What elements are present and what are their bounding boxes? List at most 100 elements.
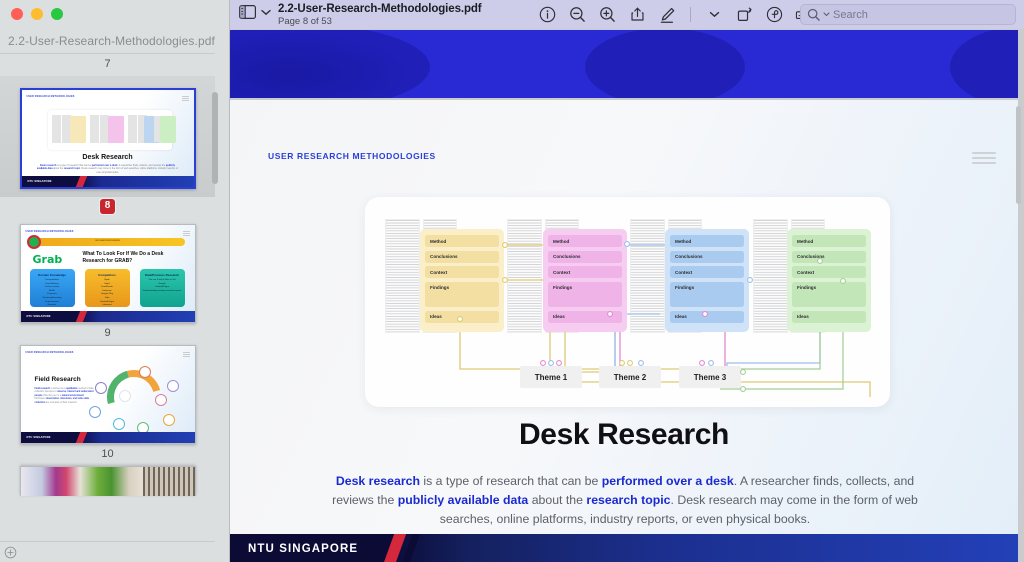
mini-diagram (47, 110, 176, 150)
sidebar-bottom-bar (0, 541, 215, 562)
sticky-row: Findings (425, 281, 499, 307)
page-title: Desk Research (519, 418, 729, 451)
slide-kicker: USER RESEARCH METHODOLOGIES (25, 351, 74, 354)
previous-page-strip (230, 30, 1018, 98)
sticky-card-pink: Method Conclusions Context Findings Idea… (543, 229, 627, 332)
mini-brand-label: Grab (32, 253, 63, 266)
mini-column-1: Domain Knowledge Transportation Food del… (29, 269, 75, 307)
mini-column-items: Ryde Gojek FoodPanda Deliveroo Google Pl… (99, 279, 115, 307)
close-window-button[interactable] (11, 8, 23, 20)
search-icon[interactable] (807, 8, 820, 21)
markup-pen-icon[interactable] (658, 6, 676, 24)
thumbnail-image-9[interactable]: USER RESEARCH METHODOLOGIES IN-CLASS DIS… (19, 224, 196, 323)
sidebar-scrollbar[interactable] (212, 92, 218, 184)
current-page-badge: 8 (100, 199, 115, 214)
hamburger-icon (181, 96, 189, 97)
page-footer-bar: NTU SINGAPORE (230, 534, 1018, 562)
mini-column-heading: Competitors (98, 273, 116, 277)
preview-app-window: 2.2-User-Research-Methodologies.pdf 7 US… (0, 0, 1024, 562)
mini-footer-label: NTU SINGAPORE (26, 435, 51, 439)
thumbnail-page-label-9: 9 (104, 327, 111, 339)
sticky-row: Findings (670, 281, 744, 307)
theme-box-2: Theme 2 (599, 366, 661, 388)
markup-chevron-down-icon[interactable] (705, 6, 723, 24)
thumbnail-sidebar: 2.2-User-Research-Methodologies.pdf 7 US… (0, 0, 230, 562)
annotate-circle-pen-icon[interactable] (765, 6, 783, 24)
search-scope-chevron-icon[interactable] (823, 12, 830, 17)
thumbnail-item-10[interactable]: USER RESEARCH METHODOLOGIES Field Resear… (0, 345, 215, 444)
sticky-card-blue: Method Conclusions Context Findings Idea… (665, 229, 749, 332)
document-view[interactable]: USER RESEARCH METHODOLOGIES Method Concl… (230, 29, 1024, 562)
sticky-row: Context (548, 266, 622, 278)
toolbar-icon-group (538, 0, 813, 29)
theme-box-3: Theme 3 (679, 366, 741, 388)
hamburger-icon (182, 352, 190, 353)
sidebar-filename-label: 2.2-User-Research-Methodologies.pdf (8, 34, 215, 48)
toolbar-divider (690, 7, 691, 22)
sticky-row: Ideas (425, 310, 499, 323)
thumbnail-item-partial[interactable] (19, 466, 196, 496)
mini-column-heading: Domain Knowledge (38, 273, 66, 277)
sticky-row: Method (425, 235, 499, 247)
thumbnail-page-label-7: 7 (104, 58, 111, 70)
pdf-page-8[interactable]: USER RESEARCH METHODOLOGIES Method Concl… (230, 100, 1018, 562)
page-paragraph: Desk research is a type of research that… (332, 474, 918, 526)
info-icon[interactable] (538, 6, 556, 24)
hamburger-icon (972, 152, 996, 167)
page-kicker: USER RESEARCH METHODOLOGIES (268, 151, 436, 161)
slide-kicker: USER RESEARCH METHODOLOGIES (25, 230, 74, 233)
sticky-row: Conclusions (548, 250, 622, 263)
sidebar-icon[interactable] (239, 5, 256, 19)
document-title-block: 2.2-User-Research-Methodologies.pdf Page… (278, 3, 482, 27)
mini-paragraph: Field research is defined as a qualitati… (34, 388, 94, 404)
minimize-window-button[interactable] (31, 8, 43, 20)
sticky-row: Conclusions (670, 250, 744, 263)
sticky-row: Ideas (670, 310, 744, 323)
sticky-row: Ideas (792, 310, 866, 323)
main-toolbar: 2.2-User-Research-Methodologies.pdf Page… (230, 0, 1024, 29)
mini-headline: Desk Research (82, 154, 133, 161)
search-input[interactable]: Search (833, 9, 868, 21)
slide-kicker: USER RESEARCH METHODOLOGIES (26, 95, 75, 98)
mini-column-items: The use & fall of Uber in SG Google Comf… (142, 279, 182, 292)
mini-column-heading: Data/Previous Research (144, 273, 180, 277)
thumbnail-list[interactable]: 7 USER RESEARCH METHODOLOGIES Desk Resea… (0, 54, 215, 542)
mini-banner: IN-CLASS DISCUSSION (30, 238, 185, 246)
plus-circle-icon[interactable] (4, 546, 17, 559)
sticky-row: Context (792, 266, 866, 278)
sidebar-toggle-group[interactable] (239, 5, 271, 19)
thumbnail-image-10[interactable]: USER RESEARCH METHODOLOGIES Field Resear… (19, 345, 196, 444)
sticky-card-yellow: Method Conclusions Context Findings Idea… (420, 229, 504, 332)
mini-footer-bar: NTU SINGAPORE (20, 311, 195, 322)
theme-box-1: Theme 1 (520, 366, 582, 388)
mini-footer-bar: NTU SINGAPORE (20, 432, 195, 443)
sticky-card-green: Method Conclusions Context Findings Idea… (787, 229, 871, 332)
thumbnail-item-8[interactable]: USER RESEARCH METHODOLOGIES Desk Researc… (0, 76, 215, 197)
zoom-out-icon[interactable] (568, 6, 586, 24)
rotate-icon[interactable] (735, 6, 753, 24)
zoom-in-icon[interactable] (598, 6, 616, 24)
mini-column-3: Data/Previous Research The use & fall of… (139, 269, 185, 307)
mini-banner-label: IN-CLASS DISCUSSION (95, 240, 120, 243)
mini-footer-label: NTU SINGAPORE (27, 179, 52, 183)
zoom-window-button[interactable] (51, 8, 63, 20)
sticky-row: Conclusions (792, 250, 866, 263)
sticky-row: Context (670, 266, 744, 278)
thumbnail-item-9[interactable]: USER RESEARCH METHODOLOGIES IN-CLASS DIS… (0, 224, 215, 323)
thumbnail-image-8[interactable]: USER RESEARCH METHODOLOGIES Desk Researc… (19, 88, 196, 189)
sticky-row: Conclusions (425, 250, 499, 263)
mini-badge-dot (26, 235, 41, 249)
chevron-down-icon[interactable] (261, 9, 271, 16)
share-icon[interactable] (628, 6, 646, 24)
page-indicator: Page 8 of 53 (278, 16, 332, 27)
sticky-row: Context (425, 266, 499, 278)
mini-footer-bar: NTU SINGAPORE (21, 176, 194, 187)
footer-label: NTU SINGAPORE (248, 543, 359, 555)
mini-paragraph: Desk research is a type of research that… (36, 164, 179, 174)
search-field[interactable]: Search (800, 4, 1016, 25)
window-traffic-lights (11, 8, 63, 20)
mini-column-2: Competitors Ryde Gojek FoodPanda Deliver… (84, 269, 130, 307)
document-scrollbar[interactable] (1016, 106, 1021, 204)
mini-headline: Field Research (34, 376, 81, 383)
mini-footer-label: NTU SINGAPORE (26, 314, 51, 318)
